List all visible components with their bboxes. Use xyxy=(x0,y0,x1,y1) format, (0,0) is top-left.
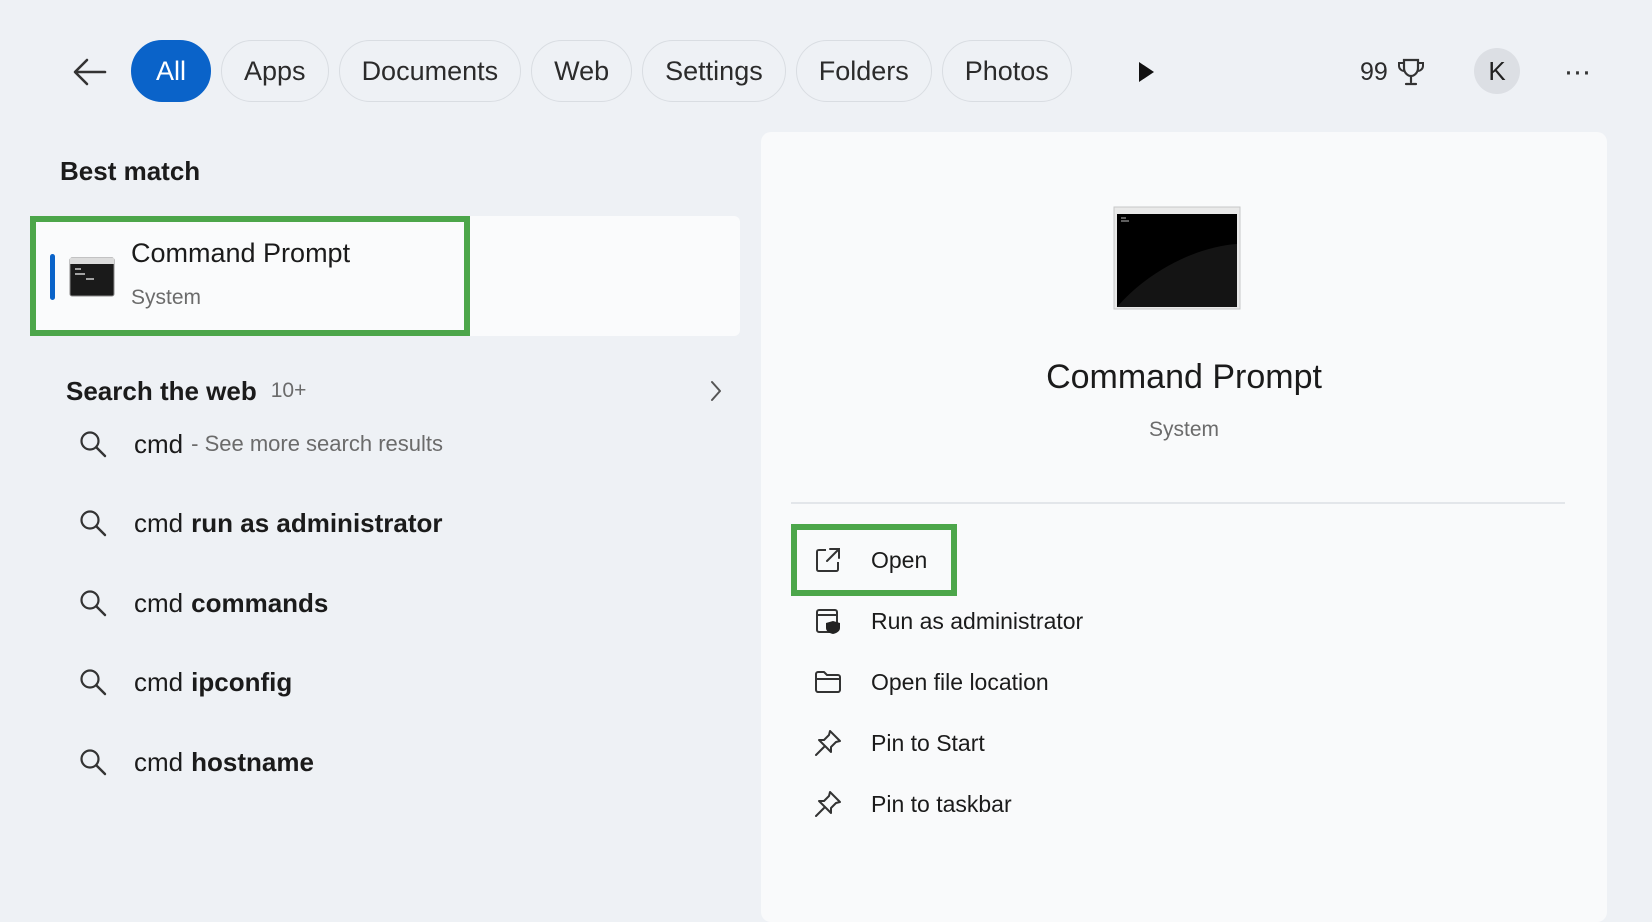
open-file-location-label: Open file location xyxy=(871,668,1049,695)
search-icon xyxy=(80,590,107,617)
open-file-location-action[interactable]: Open file location xyxy=(813,657,1049,707)
open-external-icon xyxy=(816,548,840,572)
suggestion-more-text: - See more search results xyxy=(191,431,443,456)
suggestion-completion: run as administrator xyxy=(191,507,443,538)
search-icon xyxy=(80,669,107,696)
run-as-administrator-label: Run as administrator xyxy=(871,607,1084,634)
search-icon xyxy=(80,749,107,776)
open-label: Open xyxy=(871,546,928,573)
open-action[interactable]: Open xyxy=(813,535,927,585)
detail-pane: Command Prompt System Open Run as admini… xyxy=(761,132,1607,922)
back-button[interactable] xyxy=(68,52,112,92)
filter-apps[interactable]: Apps xyxy=(221,40,329,102)
more-options-button[interactable]: ··· xyxy=(1555,52,1599,92)
chevron-right-icon xyxy=(711,381,721,401)
web-suggestion[interactable]: cmd hostname xyxy=(78,734,698,790)
search-the-web-header[interactable]: Search the web 10+ xyxy=(66,366,726,416)
points-value: 99 xyxy=(1360,57,1388,86)
best-match-highlight-box xyxy=(30,216,470,336)
best-match-heading: Best match xyxy=(60,156,201,186)
play-icon xyxy=(1139,62,1154,82)
pin-icon xyxy=(815,730,841,756)
top-bar: All Apps Documents Web Settings Folders … xyxy=(0,0,1652,120)
suggestion-query: cmd xyxy=(134,507,184,538)
suggestion-query: cmd xyxy=(134,587,184,618)
divider xyxy=(791,502,1565,504)
search-icon xyxy=(80,510,107,537)
trophy-icon xyxy=(1397,58,1424,86)
search-web-count: 10+ xyxy=(270,379,307,402)
filter-folders[interactable]: Folders xyxy=(795,40,932,102)
web-suggestion[interactable]: cmd ipconfig xyxy=(78,654,698,710)
shield-window-icon xyxy=(816,609,840,634)
pin-to-start-action[interactable]: Pin to Start xyxy=(813,718,985,768)
results-pane: Best match Command Prompt System Search … xyxy=(0,120,760,906)
rewards-points[interactable]: 99 xyxy=(1360,50,1426,94)
filter-chips: All Apps Documents Web Settings Folders … xyxy=(131,40,1072,102)
filter-photos[interactable]: Photos xyxy=(941,40,1072,102)
web-suggestion[interactable]: cmd commands xyxy=(78,575,698,631)
suggestion-query: cmd xyxy=(134,746,184,777)
filter-settings[interactable]: Settings xyxy=(642,40,786,102)
suggestion-completion: commands xyxy=(191,587,329,618)
suggestion-query: cmd xyxy=(134,428,184,459)
suggestion-query: cmd xyxy=(134,666,184,697)
search-web-title: Search the web xyxy=(66,375,257,406)
search-icon xyxy=(80,431,107,458)
web-suggestion[interactable]: cmd - See more search results xyxy=(78,416,698,472)
filter-documents[interactable]: Documents xyxy=(338,40,522,102)
filter-web[interactable]: Web xyxy=(531,40,633,102)
pin-to-taskbar-label: Pin to taskbar xyxy=(871,790,1012,817)
cmd-app-icon xyxy=(1113,206,1241,310)
detail-title: Command Prompt xyxy=(1046,358,1322,396)
pin-to-start-label: Pin to Start xyxy=(871,729,985,756)
pin-to-taskbar-action[interactable]: Pin to taskbar xyxy=(813,779,1012,829)
pin-icon xyxy=(815,791,841,817)
run-as-administrator-action[interactable]: Run as administrator xyxy=(813,596,1083,646)
more-filters-button[interactable] xyxy=(1130,56,1160,88)
detail-subtitle: System xyxy=(1148,418,1219,441)
account-avatar[interactable]: K xyxy=(1474,48,1520,94)
back-arrow-icon xyxy=(73,58,107,86)
web-suggestion[interactable]: cmd run as administrator xyxy=(78,495,698,551)
filter-all[interactable]: All xyxy=(131,40,212,102)
suggestion-completion: ipconfig xyxy=(191,666,293,697)
suggestion-completion: hostname xyxy=(191,746,314,777)
folder-icon xyxy=(815,671,841,693)
